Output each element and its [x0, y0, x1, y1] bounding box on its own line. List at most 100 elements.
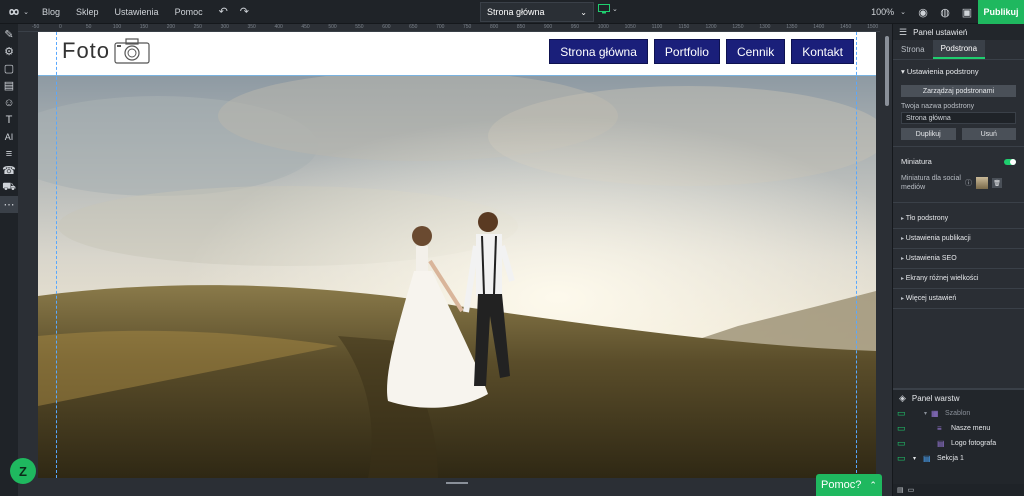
trash-icon[interactable]: 🗑: [992, 178, 1002, 188]
delete-button[interactable]: Usuń: [961, 128, 1016, 140]
thumbnail-preview[interactable]: [976, 177, 988, 189]
subpage-name-label: Twoja nazwa podstrony: [901, 103, 975, 110]
nav-home[interactable]: Strona główna: [549, 39, 648, 64]
layer-item[interactable]: ▭ ≡ Nasze menu: [893, 421, 1024, 436]
ruler-tick: 900: [543, 24, 553, 30]
infinity-logo-icon: [9, 8, 19, 15]
ruler-tick: 150: [139, 24, 149, 30]
tab-subpage[interactable]: Podstrona: [932, 40, 986, 59]
ruler-tick: 850: [516, 24, 526, 30]
chevron-down-icon[interactable]: ▾: [913, 410, 927, 417]
site-nav: Strona główna Portfolio Cennik Kontakt: [549, 39, 854, 64]
layer-item[interactable]: ▭ ▤ Logo fotografa: [893, 436, 1024, 451]
duplicate-button[interactable]: Duplikuj: [901, 128, 956, 140]
site-header[interactable]: Foto Strona główna Portfolio Cennik Kont…: [38, 32, 876, 76]
chevron-down-icon[interactable]: ⌄: [900, 8, 906, 16]
gear-icon[interactable]: ⚙: [0, 43, 18, 60]
image-icon[interactable]: ▤: [0, 77, 18, 94]
menu-lines-icon[interactable]: ≡: [0, 145, 18, 162]
nav-pricing[interactable]: Cennik: [725, 39, 786, 64]
cart-icon[interactable]: ⛟: [0, 179, 18, 196]
camera-icon: [114, 38, 150, 64]
ruler-tick: 1350: [786, 24, 798, 30]
resize-handle[interactable]: [446, 482, 468, 484]
ruler-tick: 1400: [813, 24, 825, 30]
sliders-icon: ☰: [899, 26, 908, 37]
collapse-seo[interactable]: Ustawienia SEO: [893, 249, 1024, 269]
hero-image[interactable]: [38, 76, 876, 478]
nav-contact[interactable]: Kontakt: [791, 39, 854, 64]
horizontal-ruler: -50 0 50 100 150 200 250 300 350 400 450 500 550 600 6…: [18, 24, 880, 32]
layer-label: Szablon: [945, 410, 971, 417]
layer-item[interactable]: ▭ ▾ ▤ Sekcja 1: [893, 451, 1024, 466]
menu-shop[interactable]: Sklep: [76, 7, 99, 17]
app-logo[interactable]: ⌄: [0, 7, 36, 17]
chevron-down-icon: ⌄: [23, 8, 29, 16]
publish-button[interactable]: Publikuj: [978, 0, 1024, 24]
left-toolbar: ✎ ⚙ ▢ ▤ ☺ T AI ≡ ☎ ⛟ ⋯: [0, 24, 18, 496]
collapse-screens[interactable]: Ekrany różnej wielkości: [893, 269, 1024, 289]
ruler-tick: 750: [463, 24, 472, 30]
page-canvas[interactable]: Foto Strona główna Portfolio Cennik Kont…: [38, 32, 876, 478]
ruler-tick: 200: [166, 24, 176, 30]
collapse-publication[interactable]: Ustawienia publikacji: [893, 229, 1024, 249]
ruler-tick: 800: [489, 24, 499, 30]
site-logo-text: Foto: [62, 38, 111, 63]
brush-icon[interactable]: ✎: [0, 26, 18, 43]
divider: [893, 202, 1024, 203]
thumbnail-label: Miniatura: [901, 157, 932, 166]
text-icon[interactable]: T: [0, 111, 18, 128]
chevron-up-icon: ⌃: [869, 479, 877, 490]
layers-panel: ◈ Panel warstw ▭ ▾ ▦ Szablon ▭ ≡ Nasze m…: [893, 388, 1024, 496]
site-logo[interactable]: Foto: [62, 38, 150, 64]
ruler-tick: 450: [301, 24, 310, 30]
menu-help[interactable]: Pomoc: [175, 7, 203, 17]
ruler-tick: 400: [274, 24, 283, 30]
device-switcher[interactable]: ⌄: [598, 4, 618, 14]
list-icon[interactable]: ▤: [897, 486, 904, 494]
menu-settings[interactable]: Ustawienia: [115, 7, 159, 17]
ruler-tick: 950: [570, 24, 580, 30]
canvas-scroll-thumb[interactable]: [885, 36, 889, 106]
page-select[interactable]: Strona główna ⌄: [480, 2, 594, 22]
collapse-more[interactable]: Więcej ustawień: [893, 289, 1024, 309]
thumbnail-row: Miniatura: [893, 153, 1024, 170]
subpage-settings-title[interactable]: ▾ Ustawienia podstrony: [893, 60, 1024, 83]
contact-icon[interactable]: ☎: [0, 162, 18, 179]
zoom-level[interactable]: 100%: [871, 7, 894, 17]
more-dots-icon[interactable]: ⋯: [0, 196, 18, 213]
tab-page[interactable]: Strona: [893, 40, 933, 59]
preview-eye-icon[interactable]: ◉: [912, 0, 934, 24]
help-circle-icon[interactable]: ⓘ: [965, 178, 972, 188]
save-floppy-icon[interactable]: ▣: [956, 0, 978, 24]
folder-icon[interactable]: ▭: [908, 486, 915, 494]
guide-line-left: [56, 32, 57, 478]
undo-icon[interactable]: ↶: [219, 5, 228, 18]
chevron-down-icon[interactable]: ▾: [913, 455, 919, 462]
globe-icon[interactable]: ◍: [934, 0, 956, 24]
manage-subpages-button[interactable]: Zarządzaj podstronami: [901, 85, 1016, 97]
layers-footer: ▤ ▭: [893, 484, 1024, 496]
chevron-down-icon: ⌄: [580, 7, 587, 17]
redo-icon[interactable]: ↷: [240, 5, 249, 18]
wedding-couple-photo: [38, 76, 876, 478]
layer-item[interactable]: ▭ ▾ ▦ Szablon: [893, 406, 1024, 421]
chat-badge-icon[interactable]: Z: [10, 458, 36, 484]
chevron-down-icon: ⌄: [612, 6, 618, 13]
layers-panel-header: ◈ Panel warstw: [893, 390, 1024, 406]
square-icon[interactable]: ▢: [0, 60, 18, 77]
nav-portfolio[interactable]: Portfolio: [653, 39, 720, 64]
smiley-icon[interactable]: ☺: [0, 94, 18, 111]
ai-icon[interactable]: AI: [0, 128, 18, 145]
top-bar: ⌄ Blog Sklep Ustawienia Pomoc ↶ ↷ Strona…: [0, 0, 1024, 24]
collapse-background[interactable]: Tło podstrony: [893, 209, 1024, 229]
help-button[interactable]: Pomoc? ⌃: [816, 474, 882, 496]
canvas-scrollbar[interactable]: [884, 32, 890, 478]
monitor-icon: ▭: [897, 408, 906, 418]
menu-blog[interactable]: Blog: [42, 7, 60, 17]
thumbnail-toggle[interactable]: [1004, 158, 1016, 165]
monitor-icon: ▭: [897, 453, 906, 463]
ruler-tick: 50: [85, 24, 92, 30]
ruler-tick: 1100: [651, 24, 663, 30]
subpage-name-input[interactable]: Strona główna: [901, 112, 1016, 124]
